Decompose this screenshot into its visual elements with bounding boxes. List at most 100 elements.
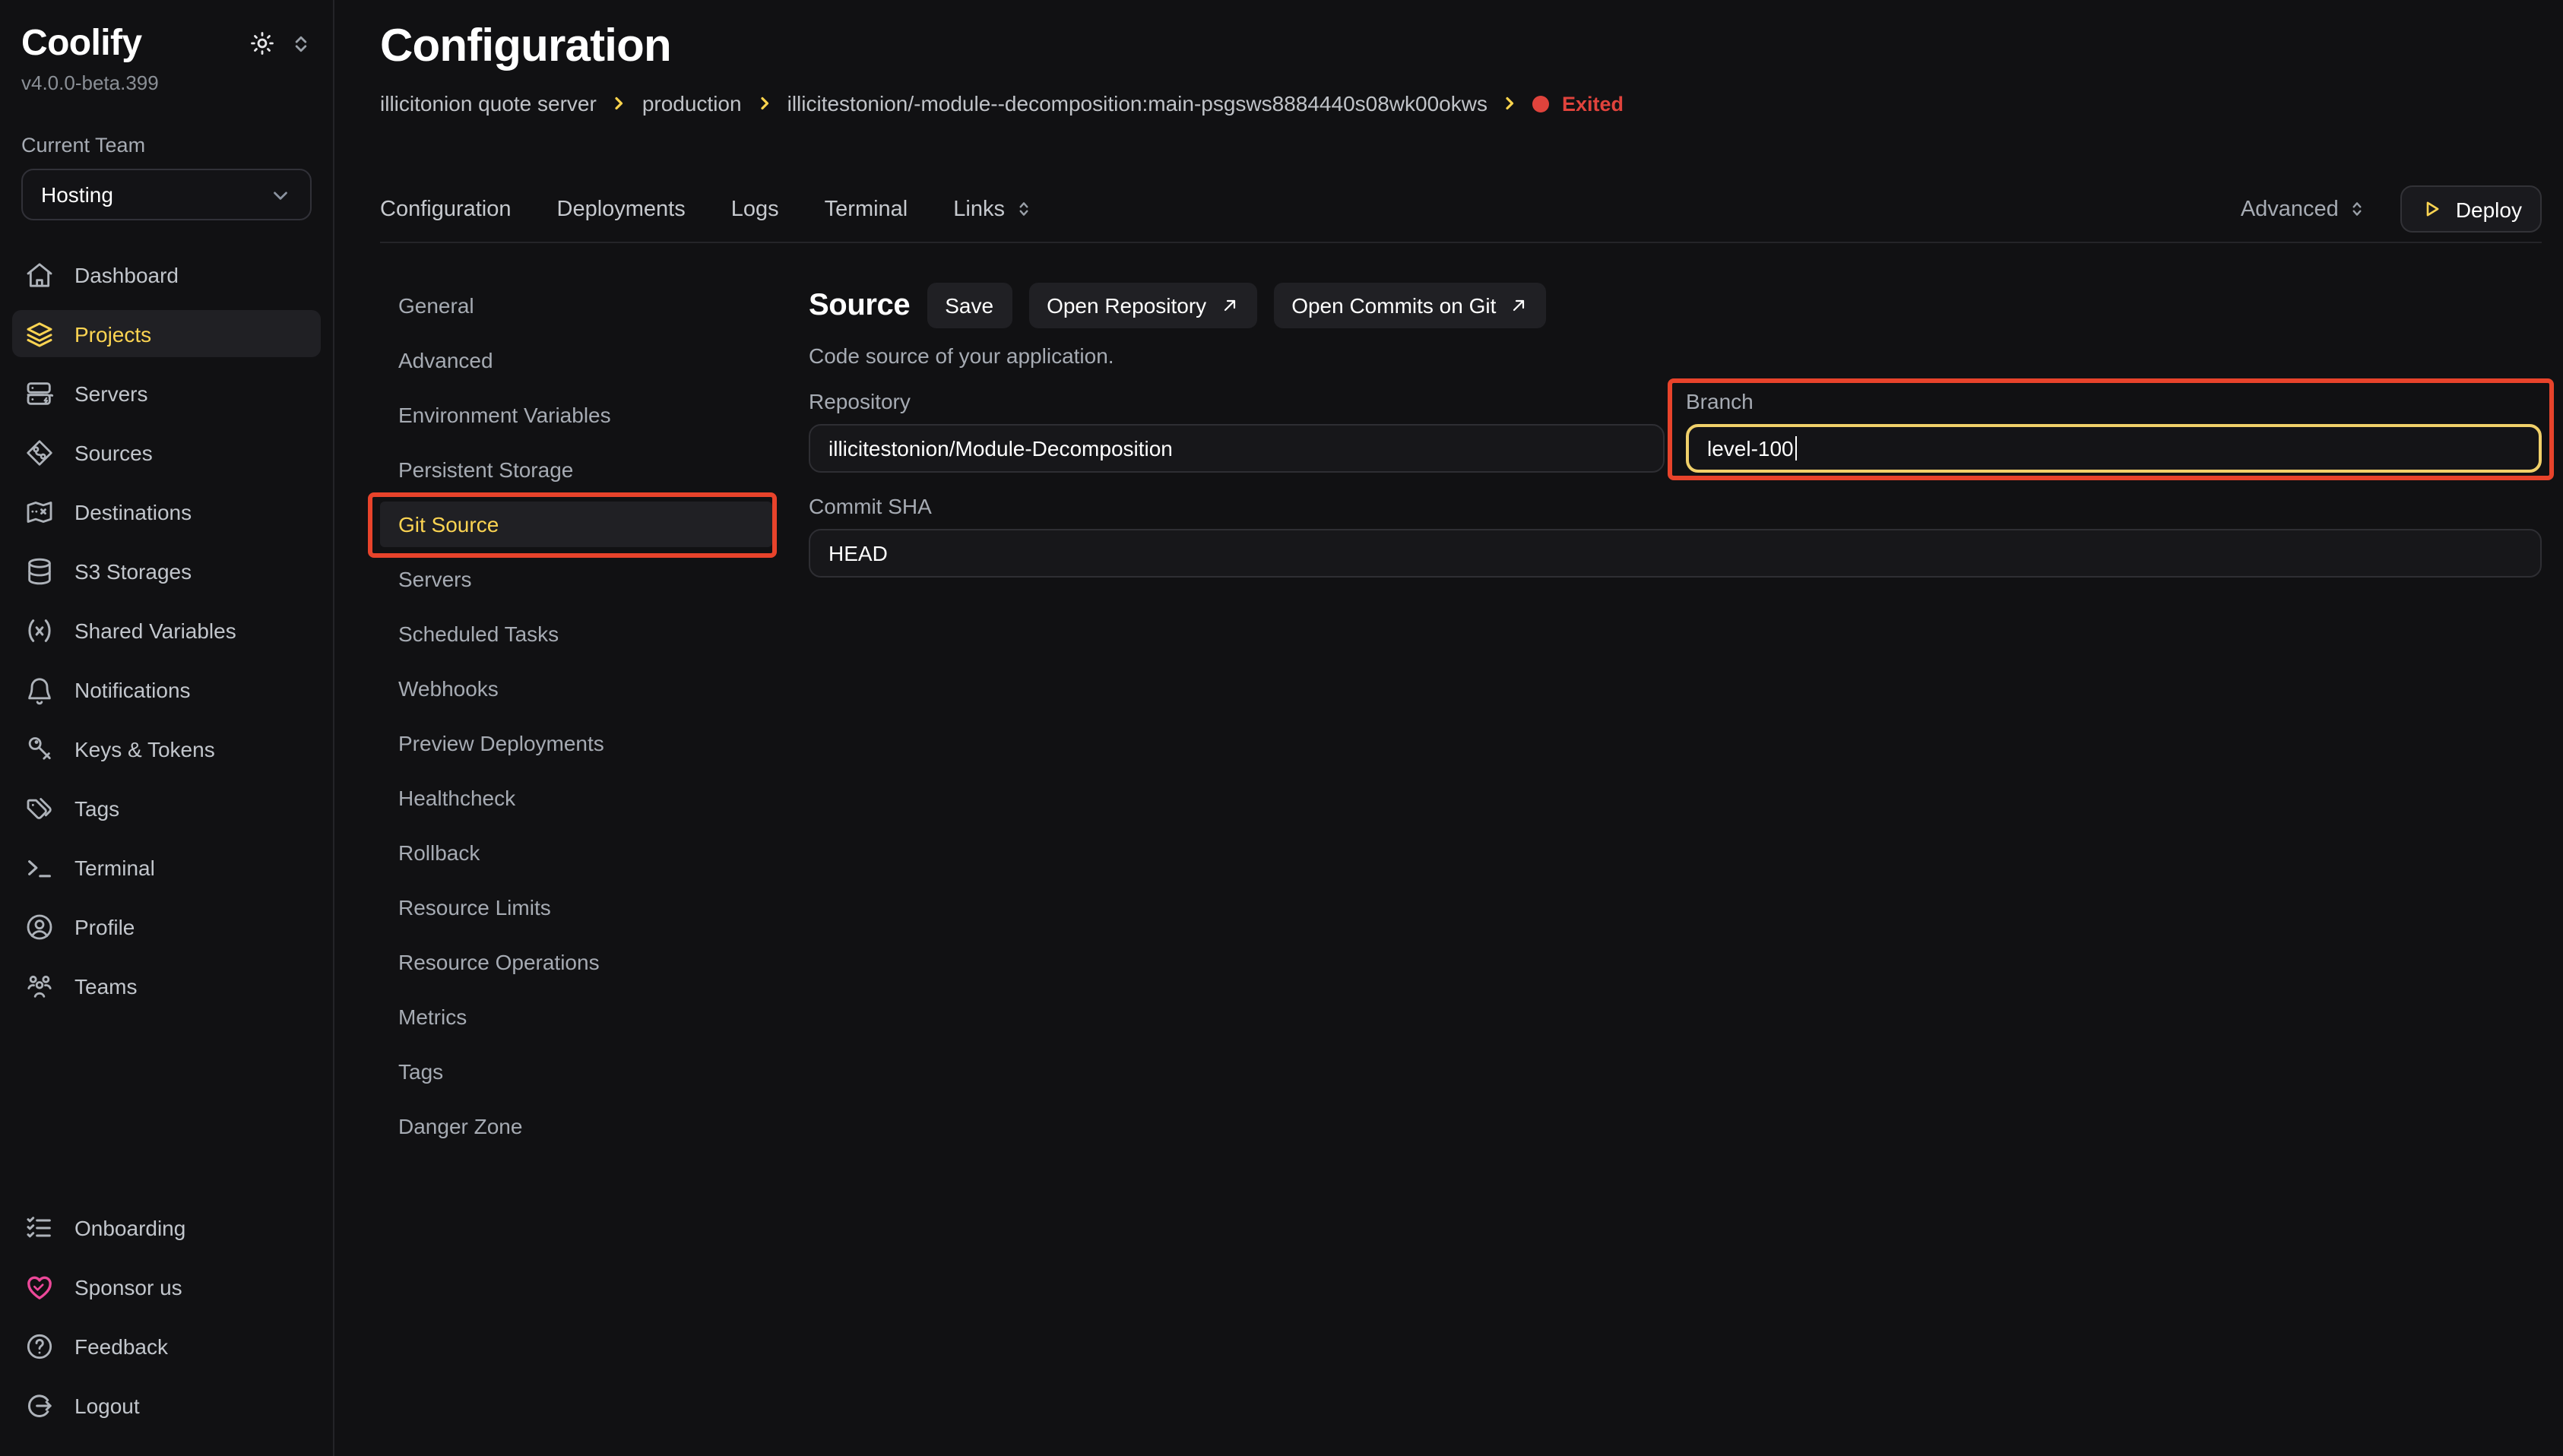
- subnav-item-resource-operations[interactable]: Resource Operations: [380, 939, 772, 985]
- subnav-item-scheduled-tasks[interactable]: Scheduled Tasks: [380, 611, 772, 657]
- subnav-item-resource-limits[interactable]: Resource Limits: [380, 885, 772, 930]
- tab-bar: Configuration Deployments Logs Terminal …: [380, 176, 2542, 243]
- sidebar-item-projects[interactable]: Projects: [12, 310, 321, 357]
- open-repository-label: Open Repository: [1047, 293, 1206, 318]
- sidebar: Coolify v4.0.0-beta.399 Current Team Hos…: [0, 0, 334, 1456]
- team-select[interactable]: Hosting: [21, 169, 312, 220]
- tab-terminal[interactable]: Terminal: [825, 197, 908, 221]
- deploy-button[interactable]: Deploy: [2401, 185, 2542, 233]
- tab-deployments[interactable]: Deployments: [557, 197, 686, 221]
- subnav-item-advanced[interactable]: Advanced: [380, 337, 772, 383]
- advanced-label: Advanced: [2241, 197, 2339, 221]
- sidebar-item-label: Onboarding: [74, 1215, 185, 1239]
- branch-field: Branch level-100: [1686, 389, 2542, 473]
- tab-links-label: Links: [953, 197, 1005, 221]
- subnav-item-webhooks[interactable]: Webhooks: [380, 666, 772, 711]
- external-link-icon: [1220, 296, 1238, 315]
- subnav-item-metrics[interactable]: Metrics: [380, 994, 772, 1040]
- sidebar-item-teams[interactable]: Teams: [12, 962, 321, 1009]
- chevron-right-icon: [756, 94, 774, 112]
- sidebar-item-profile[interactable]: Profile: [12, 903, 321, 950]
- sidebar-item-label: Profile: [74, 914, 135, 938]
- branch-value: level-100: [1707, 436, 1794, 461]
- subnav-item-persistent-storage[interactable]: Persistent Storage: [380, 447, 772, 492]
- logout-icon: [24, 1390, 55, 1420]
- variables-icon: [24, 615, 55, 645]
- sidebar-item-sponsor-us[interactable]: Sponsor us: [12, 1263, 321, 1310]
- sidebar-item-servers[interactable]: Servers: [12, 369, 321, 416]
- status-dot-icon: [1533, 95, 1550, 112]
- team-select-value: Hosting: [41, 182, 113, 207]
- current-team-label: Current Team: [21, 134, 312, 157]
- breadcrumb-project[interactable]: illicitonion quote server: [380, 91, 597, 116]
- sidebar-item-s3-storages[interactable]: S3 Storages: [12, 547, 321, 594]
- sidebar-item-label: Feedback: [74, 1334, 168, 1358]
- user-icon: [24, 911, 55, 942]
- subnav-item-rollback[interactable]: Rollback: [380, 830, 772, 875]
- advanced-menu[interactable]: Advanced: [2241, 197, 2368, 221]
- commit-sha-value: HEAD: [828, 541, 888, 565]
- tag-icon: [24, 793, 55, 823]
- breadcrumb-environment[interactable]: production: [642, 91, 742, 116]
- map-icon: [24, 496, 55, 527]
- theme-toggle-sun-icon[interactable]: [249, 30, 275, 56]
- sidebar-item-terminal[interactable]: Terminal: [12, 844, 321, 891]
- repository-input[interactable]: illicitestonion/Module-Decomposition: [809, 424, 1665, 473]
- subnav-item-preview-deployments[interactable]: Preview Deployments: [380, 720, 772, 766]
- bell-icon: [24, 674, 55, 704]
- sidebar-item-label: Sponsor us: [74, 1274, 182, 1299]
- server-icon: [24, 378, 55, 408]
- question-circle-icon: [24, 1331, 55, 1361]
- users-icon: [24, 970, 55, 1001]
- checklist-icon: [24, 1212, 55, 1242]
- sidebar-item-sources[interactable]: Sources: [12, 429, 321, 476]
- open-repository-button[interactable]: Open Repository: [1028, 283, 1256, 328]
- settings-subnav: General Advanced Environment Variables P…: [380, 283, 772, 1158]
- subnav-item-healthcheck[interactable]: Healthcheck: [380, 775, 772, 821]
- play-icon: [2421, 198, 2444, 220]
- key-icon: [24, 733, 55, 764]
- subnav-item-tags[interactable]: Tags: [380, 1049, 772, 1094]
- sidebar-item-onboarding[interactable]: Onboarding: [12, 1204, 321, 1251]
- chevron-right-icon: [1501, 94, 1519, 112]
- sidebar-item-logout[interactable]: Logout: [12, 1382, 321, 1429]
- sidebar-item-notifications[interactable]: Notifications: [12, 666, 321, 713]
- sidebar-item-label: Dashboard: [74, 262, 179, 286]
- heart-hands-icon: [24, 1271, 55, 1302]
- text-caret: [1795, 436, 1798, 461]
- open-commits-button[interactable]: Open Commits on Git: [1273, 283, 1546, 328]
- external-link-icon: [1510, 296, 1528, 315]
- tab-configuration[interactable]: Configuration: [380, 197, 512, 221]
- branch-input[interactable]: level-100: [1686, 424, 2542, 473]
- chevron-down-icon: [269, 183, 292, 206]
- tab-logs[interactable]: Logs: [731, 197, 779, 221]
- chevron-up-down-icon: [1014, 199, 1034, 219]
- sidebar-item-shared-variables[interactable]: Shared Variables: [12, 606, 321, 654]
- sidebar-item-label: Notifications: [74, 677, 191, 701]
- sidebar-item-tags[interactable]: Tags: [12, 784, 321, 831]
- sidebar-item-label: Servers: [74, 381, 147, 405]
- subnav-item-danger-zone[interactable]: Danger Zone: [380, 1103, 772, 1149]
- commit-sha-input[interactable]: HEAD: [809, 529, 2542, 578]
- sidebar-item-destinations[interactable]: Destinations: [12, 488, 321, 535]
- save-button[interactable]: Save: [927, 283, 1012, 328]
- sidebar-collapse-icon[interactable]: [290, 33, 312, 54]
- main-area: Configuration illicitonion quote server …: [334, 0, 2563, 1456]
- subnav-item-environment-variables[interactable]: Environment Variables: [380, 392, 772, 438]
- source-form: Repository illicitestonion/Module-Decomp…: [809, 389, 2542, 578]
- source-section-title: Source: [809, 288, 910, 323]
- subnav-item-general[interactable]: General: [380, 283, 772, 328]
- sidebar-item-dashboard[interactable]: Dashboard: [12, 251, 321, 298]
- database-icon: [24, 555, 55, 586]
- sidebar-item-keys-tokens[interactable]: Keys & Tokens: [12, 725, 321, 772]
- repository-field: Repository illicitestonion/Module-Decomp…: [809, 389, 1665, 473]
- tab-links[interactable]: Links: [953, 197, 1034, 221]
- subnav-item-servers[interactable]: Servers: [380, 556, 772, 602]
- breadcrumb-resource[interactable]: illicitestonion/-module--decomposition:m…: [787, 91, 1487, 116]
- sidebar-item-feedback[interactable]: Feedback: [12, 1322, 321, 1369]
- sidebar-footer: Onboarding Sponsor us Feedback Logout: [21, 1204, 312, 1441]
- sidebar-item-label: Shared Variables: [74, 618, 236, 642]
- source-panel: Source Save Open Repository Open Commits…: [809, 283, 2542, 1158]
- subnav-item-git-source[interactable]: Git Source: [380, 502, 772, 547]
- sidebar-item-label: Destinations: [74, 499, 192, 524]
